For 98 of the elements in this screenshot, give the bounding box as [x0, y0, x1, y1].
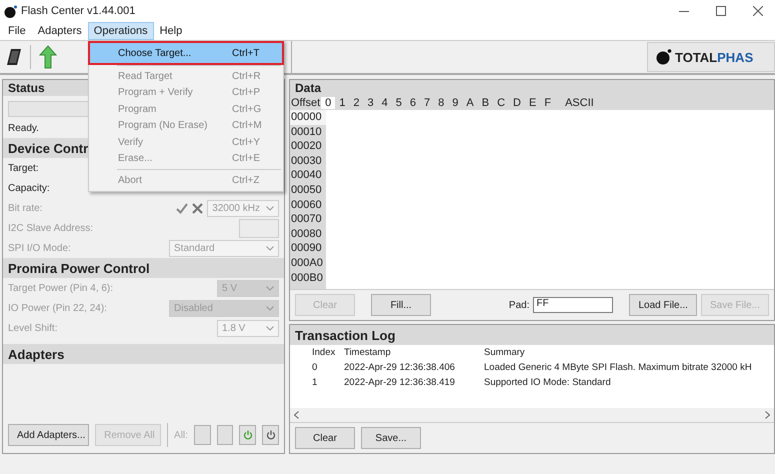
offset-cell-text: 00030: [290, 154, 323, 168]
pad-label: Pad:: [508, 300, 530, 310]
window-title: Flash Center v1.44.001: [21, 5, 136, 17]
log-button[interactable]: Clear: [295, 427, 355, 449]
logo-ball-icon: [656, 49, 672, 65]
column-header: 0: [321, 97, 336, 109]
menu-entry[interactable]: Program Ctrl+G: [90, 101, 282, 118]
section-header: Data: [290, 80, 774, 96]
scroll-left-icon[interactable]: [294, 411, 299, 419]
column-header: 8: [437, 97, 446, 109]
log-button[interactable]: Save...: [361, 427, 421, 449]
checkmark-icon[interactable]: [176, 202, 188, 214]
adapter-button[interactable]: Remove All: [95, 424, 162, 446]
minimize-icon: [679, 10, 689, 12]
menu-entry[interactable]: Abort Ctrl+Z: [90, 172, 282, 188]
scroll-right-icon[interactable]: [765, 411, 770, 419]
column-header: 1: [338, 97, 346, 109]
offset-cell-text: 00080: [290, 226, 323, 242]
field-label: SPI I/O Mode:: [8, 242, 71, 254]
field-label: IO Power (Pin 22, 24):: [8, 302, 107, 314]
table-cell-text: 2022-Apr-29 12:36:38.419: [344, 377, 456, 388]
column-header: ASCII: [564, 97, 595, 109]
field-label: Target Power (Pin 4, 6):: [8, 282, 114, 294]
menu-item[interactable]: Help: [154, 22, 188, 40]
offset-cell-text: 00090: [290, 241, 323, 256]
pad-field[interactable]: FF: [533, 297, 614, 313]
close-icon[interactable]: [192, 202, 204, 214]
menu-item[interactable]: Adapters: [32, 22, 88, 40]
menu-entry[interactable]: Program (No Erase) Ctrl+M: [90, 118, 282, 134]
offset-cell-text: 00040: [290, 168, 323, 183]
chevron-icon: [266, 206, 274, 210]
power-button[interactable]: [239, 425, 256, 445]
column-header: Offset: [290, 97, 322, 109]
column-header: B: [480, 97, 490, 109]
all-label: All:: [174, 430, 188, 440]
data-button[interactable]: Clear: [295, 294, 355, 316]
table-cell-text: Supported IO Mode: Standard: [484, 377, 612, 388]
menu-item[interactable]: Operations: [88, 22, 154, 40]
offset-cell-text: 00010: [290, 124, 323, 140]
column-header: 5: [394, 97, 403, 109]
field-label: I2C Slave Address:: [8, 222, 94, 234]
chip-icon[interactable]: [6, 48, 22, 66]
offset-cell-text: 00070: [290, 212, 323, 227]
offset-cell-text: 00020: [290, 139, 323, 154]
column-header: 7: [423, 97, 432, 109]
logo-text: TOTALPHAS: [675, 50, 754, 64]
status-text: Ready.: [7, 122, 40, 136]
chevron-icon: [266, 306, 274, 310]
up-arrow-icon[interactable]: [39, 45, 57, 69]
adapter-button[interactable]: Add Adapters...: [8, 424, 90, 446]
column-header: 2: [352, 97, 361, 109]
horizontal-scrollbar[interactable]: [290, 408, 774, 422]
dropdown[interactable]: Standard: [169, 240, 279, 256]
toggle-button[interactable]: [194, 425, 211, 445]
offset-cell-text: 00050: [290, 182, 323, 198]
column-header: Summary: [484, 347, 526, 358]
dropdown[interactable]: 32000 kHz: [207, 200, 279, 216]
offset-cell-text: 00060: [290, 198, 323, 212]
chevron-icon: [266, 286, 274, 290]
table-cell-text: Loaded Generic 4 MByte SPI Flash. Maximum bitrate 32000 kH: [484, 362, 753, 373]
maximize-icon: [716, 6, 726, 16]
table-cell-text: 1: [312, 377, 318, 388]
column-header: F: [543, 97, 552, 109]
column-header: Timestamp: [344, 347, 392, 358]
column-header: 6: [408, 97, 418, 109]
menu-item[interactable]: File: [2, 22, 32, 40]
column-header: C: [496, 97, 506, 109]
file-button[interactable]: Save File...: [700, 294, 769, 316]
field-label: Level Shift:: [8, 322, 58, 334]
offset-cell: 00000: [290, 110, 326, 125]
column-header: E: [528, 97, 538, 109]
column-header: 4: [380, 97, 389, 109]
toggle-button[interactable]: [216, 425, 234, 445]
table-cell-text: 0: [312, 362, 318, 373]
field-label: Bit rate:: [8, 202, 42, 214]
close-icon: [753, 6, 763, 16]
column-header: D: [512, 97, 522, 109]
field-label: Target:: [8, 162, 39, 174]
app-logo-icon: [4, 4, 18, 18]
dropdown[interactable]: 1.8 V: [217, 320, 279, 336]
address-field[interactable]: [239, 218, 279, 238]
offset-cell-text: 000B0: [290, 270, 324, 286]
chevron-icon: [266, 246, 274, 250]
chevron-icon: [266, 326, 274, 330]
column-header: 9: [451, 97, 460, 109]
offset-cell-text: 000A0: [290, 256, 324, 271]
section-header: Promira Power Control: [3, 258, 284, 278]
column-header: 3: [366, 97, 375, 109]
section-header: Adapters: [3, 344, 284, 364]
file-button[interactable]: Load File...: [629, 294, 697, 316]
column-header: A: [465, 97, 475, 109]
table-cell-text: 2022-Apr-29 12:36:38.406: [344, 362, 456, 373]
power-button[interactable]: [262, 425, 279, 445]
field-label: Capacity:: [8, 182, 50, 194]
column-header: Index: [312, 347, 336, 358]
data-button[interactable]: Fill...: [371, 294, 431, 316]
section-header: Transaction Log: [290, 325, 774, 345]
menu-entry[interactable]: Choose Target... Ctrl+T: [90, 43, 282, 63]
